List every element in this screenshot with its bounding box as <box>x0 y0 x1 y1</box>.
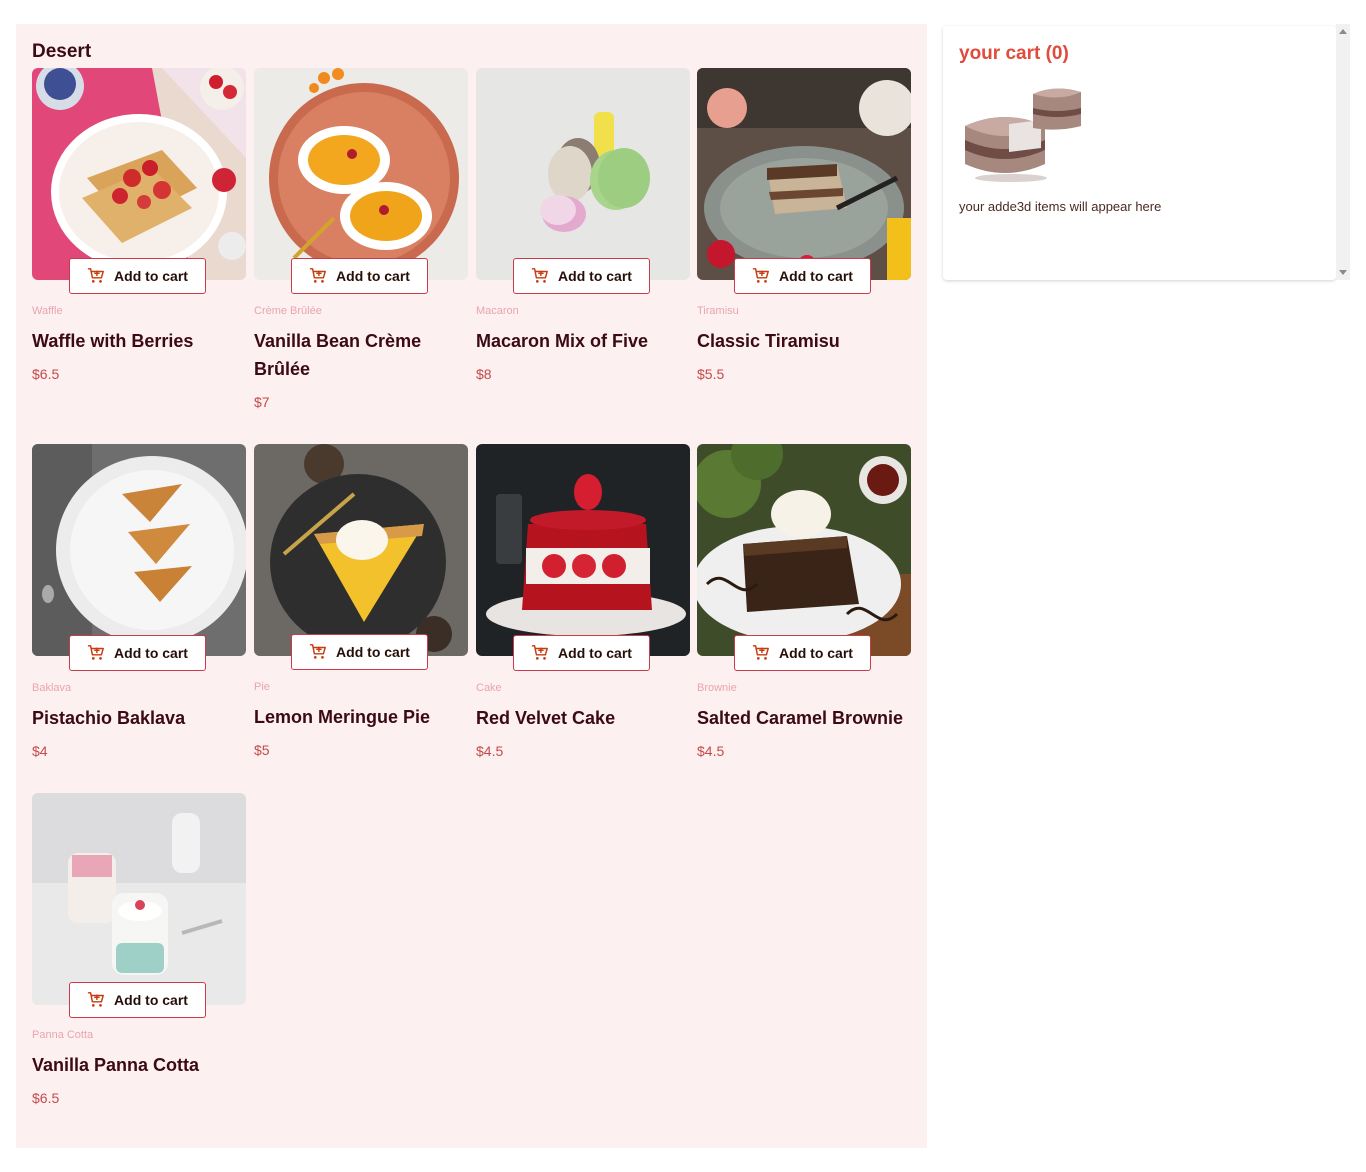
add-to-cart-label: Add to cart <box>114 268 188 284</box>
add-to-cart-button[interactable]: Add to cart <box>513 258 650 294</box>
product-price: $7 <box>254 394 270 410</box>
add-to-cart-button[interactable]: Add to cart <box>291 258 428 294</box>
product-category: Baklava <box>32 682 72 694</box>
add-to-cart-button[interactable]: Add to cart <box>69 982 206 1018</box>
cart-plus-icon <box>87 645 104 660</box>
product-category: Crème Brûlée <box>254 305 322 317</box>
product-price: $5 <box>254 742 270 758</box>
product-price: $5.5 <box>697 366 725 382</box>
product-card: Add to cart Brownie Salted Caramel Brown… <box>697 444 911 759</box>
product-category: Cake <box>476 682 502 694</box>
product-card: Add to cart Baklava Pistachio Baklava $4 <box>32 444 246 759</box>
product-category: Waffle <box>32 305 63 317</box>
product-card: Add to cart Cake Red Velvet Cake $4.5 <box>476 444 690 759</box>
scroll-down-icon[interactable] <box>1339 270 1347 275</box>
product-card: Add to cart Pie Lemon Meringue Pie $5 <box>254 444 468 758</box>
product-name: Vanilla Panna Cotta <box>32 1055 200 1075</box>
product-name: Lemon Meringue Pie <box>254 707 431 727</box>
product-name: Macaron Mix of Five <box>476 331 649 351</box>
product-image-baklava <box>32 444 246 656</box>
product-category: Macaron <box>476 305 519 317</box>
product-name: Vanilla Bean Crème Brûlée <box>254 331 422 379</box>
cake-illustration <box>965 88 1081 182</box>
product-price: $4 <box>32 743 48 759</box>
product-price: $6.5 <box>32 366 60 382</box>
cart-scrollbar[interactable] <box>1336 24 1350 280</box>
product-image-tiramisu <box>697 68 911 280</box>
product-image-pie <box>254 444 468 656</box>
add-to-cart-button[interactable]: Add to cart <box>69 635 206 671</box>
product-card: Add to cart Waffle Waffle with Berries $… <box>32 68 246 382</box>
menu-title: Desert <box>32 41 92 62</box>
cart-plus-icon <box>309 268 326 283</box>
cart-plus-icon <box>752 645 769 660</box>
product-name: Salted Caramel Brownie <box>697 708 904 728</box>
product-image-cake <box>476 444 690 656</box>
product-price: $6.5 <box>32 1090 60 1106</box>
product-card: Add to cart Tiramisu Classic Tiramisu $5… <box>697 68 911 382</box>
cart-plus-icon <box>531 645 548 660</box>
cart-plus-icon <box>531 268 548 283</box>
cart-plus-icon <box>87 268 104 283</box>
product-image-creme-brulee <box>254 68 468 280</box>
add-to-cart-label: Add to cart <box>558 645 632 661</box>
product-category: Panna Cotta <box>32 1029 94 1041</box>
cart-empty-message: your adde3d items will appear here <box>959 199 1162 214</box>
add-to-cart-label: Add to cart <box>336 268 410 284</box>
cart-plus-icon <box>87 992 104 1007</box>
product-category: Pie <box>254 681 270 693</box>
add-to-cart-label: Add to cart <box>779 268 853 284</box>
cart-plus-icon <box>309 644 326 659</box>
product-image-waffle <box>32 68 246 280</box>
add-to-cart-label: Add to cart <box>114 992 188 1008</box>
add-to-cart-button[interactable]: Add to cart <box>69 258 206 294</box>
dessert-menu: Desert Add to cart Waffle Waffle with Be… <box>16 24 927 1148</box>
product-name: Pistachio Baklava <box>32 708 186 728</box>
product-image-macaron <box>476 68 690 280</box>
cart-plus-icon <box>752 268 769 283</box>
product-image-panna-cotta <box>32 793 246 1005</box>
add-to-cart-label: Add to cart <box>779 645 853 661</box>
product-name: Classic Tiramisu <box>697 331 840 351</box>
add-to-cart-button[interactable]: Add to cart <box>734 635 871 671</box>
add-to-cart-label: Add to cart <box>558 268 632 284</box>
scroll-up-icon[interactable] <box>1339 29 1347 34</box>
add-to-cart-button[interactable]: Add to cart <box>291 634 428 670</box>
product-category: Tiramisu <box>697 305 739 317</box>
product-price: $4.5 <box>476 743 504 759</box>
add-to-cart-button[interactable]: Add to cart <box>513 635 650 671</box>
cart-panel: your cart (0) your adde3d items will app… <box>943 26 1336 280</box>
add-to-cart-label: Add to cart <box>336 644 410 660</box>
product-category: Brownie <box>697 682 737 694</box>
product-card: Add to cart Crème Brûlée Vanilla Bean Cr… <box>254 68 468 410</box>
product-card: Add to cart Macaron Macaron Mix of Five … <box>476 68 690 382</box>
add-to-cart-label: Add to cart <box>114 645 188 661</box>
product-image-brownie <box>697 444 911 656</box>
cart-title: your cart (0) <box>959 43 1069 64</box>
product-price: $4.5 <box>697 743 725 759</box>
product-name: Waffle with Berries <box>32 331 194 351</box>
product-name: Red Velvet Cake <box>476 708 616 728</box>
product-price: $8 <box>476 366 492 382</box>
add-to-cart-button[interactable]: Add to cart <box>734 258 871 294</box>
product-card: Add to cart Panna Cotta Vanilla Panna Co… <box>32 793 246 1106</box>
